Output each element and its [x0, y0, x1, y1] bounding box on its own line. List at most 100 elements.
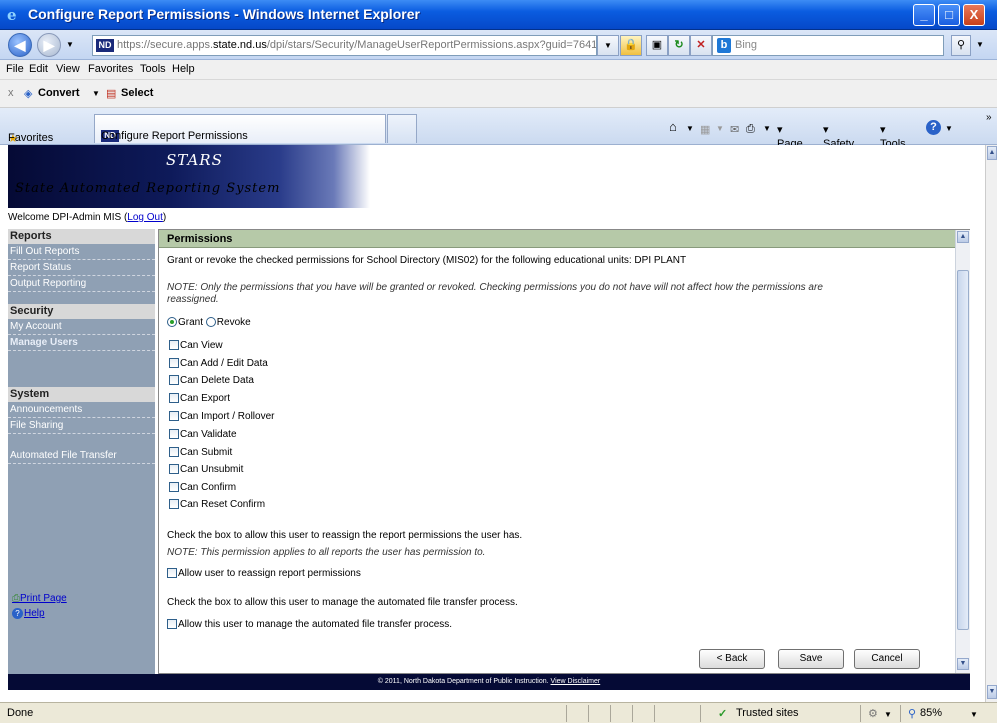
- panel-scrollbar[interactable]: ▲ ▼: [955, 230, 970, 673]
- new-tab-button[interactable]: [387, 114, 417, 143]
- tools-menu[interactable]: Tools ▾: [880, 123, 906, 150]
- refresh-icon[interactable]: ↻: [668, 35, 690, 56]
- select-icon: ▤: [106, 88, 117, 100]
- sidebar-item-report-status[interactable]: Report Status: [8, 260, 155, 276]
- search-options-icon[interactable]: ▼: [976, 40, 984, 49]
- sidebar-item-automated-file-transfer[interactable]: Automated File Transfer: [8, 448, 155, 464]
- help-icon[interactable]: ?: [926, 120, 941, 135]
- sidebar-item-my-account[interactable]: My Account: [8, 319, 155, 335]
- protected-mode-icon[interactable]: ⚙: [868, 707, 878, 720]
- zoom-dropdown-icon[interactable]: ▼: [970, 710, 978, 719]
- aft-checkbox[interactable]: [167, 619, 177, 630]
- page-scroll-up-icon[interactable]: ▲: [987, 146, 997, 160]
- panel-scroll-down-icon[interactable]: ▼: [957, 658, 969, 670]
- sidebar-item-file-sharing[interactable]: File Sharing: [8, 418, 155, 434]
- page-content: STARS State Automated Reporting System W…: [0, 145, 985, 702]
- mail-icon[interactable]: ✉: [730, 123, 739, 136]
- menu-help[interactable]: Help: [172, 63, 195, 75]
- can-unsubmit-label: Can Unsubmit: [180, 464, 244, 475]
- home-icon[interactable]: ⌂: [669, 119, 677, 134]
- can-submit-checkbox[interactable]: [169, 447, 179, 458]
- revoke-radio[interactable]: [205, 317, 216, 328]
- back-button[interactable]: < Back: [699, 649, 765, 669]
- sidebar-item-fill-out-reports[interactable]: Fill Out Reports: [8, 244, 155, 260]
- page-scrollbar[interactable]: ▲ ▼: [985, 145, 997, 702]
- menu-edit[interactable]: Edit: [29, 63, 48, 75]
- stop-icon[interactable]: ✕: [690, 35, 712, 56]
- compatibility-icon[interactable]: ▣: [646, 35, 668, 56]
- site-favicon-icon: ND: [96, 39, 114, 52]
- menu-view[interactable]: View: [56, 63, 80, 75]
- reassign-checkbox[interactable]: [167, 568, 177, 579]
- convert-dropdown-icon[interactable]: ▼: [92, 89, 100, 98]
- feeds-icon[interactable]: ▦: [700, 123, 710, 136]
- note-permissions-cont: reassigned.: [167, 294, 219, 305]
- feeds-dropdown-icon[interactable]: ▼: [716, 124, 724, 133]
- perm-can-view: Can View: [169, 340, 223, 351]
- panel-scroll-thumb[interactable]: [957, 270, 969, 630]
- save-button[interactable]: Save: [778, 649, 844, 669]
- zoom-icon[interactable]: ⚲: [908, 707, 916, 720]
- can-view-checkbox[interactable]: [169, 340, 179, 351]
- security-zone[interactable]: Trusted sites: [736, 707, 799, 719]
- address-bar: ◀ ▶ ▼ ND https://secure.apps.state.nd.us…: [0, 30, 997, 60]
- select-button[interactable]: Select: [121, 87, 153, 99]
- can-confirm-checkbox[interactable]: [169, 482, 179, 493]
- back-icon[interactable]: ◀: [8, 33, 32, 57]
- can-reset-confirm-checkbox[interactable]: [169, 499, 179, 510]
- zoom-level[interactable]: 85%: [920, 707, 942, 719]
- bing-icon: b: [717, 38, 731, 53]
- can-import-checkbox[interactable]: [169, 411, 179, 422]
- perm-can-confirm: Can Confirm: [169, 482, 236, 493]
- lock-icon[interactable]: 🔒: [620, 35, 642, 56]
- minimize-button[interactable]: _: [913, 4, 935, 26]
- welcome-close: ): [162, 212, 167, 223]
- status-separator: [566, 705, 567, 722]
- can-unsubmit-checkbox[interactable]: [169, 464, 179, 475]
- page-scroll-down-icon[interactable]: ▼: [987, 685, 997, 699]
- search-icon[interactable]: ⚲: [951, 35, 971, 56]
- cancel-button[interactable]: Cancel: [854, 649, 920, 669]
- help-link[interactable]: ? Help: [12, 608, 67, 619]
- page-menu[interactable]: Page ▾: [777, 123, 803, 150]
- protected-mode-dropdown-icon[interactable]: ▼: [884, 710, 892, 719]
- reassign-option: Allow user to reassign report permission…: [167, 568, 361, 579]
- url-dropdown-icon[interactable]: ▼: [597, 35, 619, 56]
- url-input[interactable]: ND https://secure.apps.state.nd.us/dpi/s…: [92, 35, 597, 56]
- print-dropdown-icon[interactable]: ▼: [763, 124, 771, 133]
- tab-configure-report-permissions[interactable]: ND Configure Report Permissions: [94, 114, 386, 143]
- can-delete-checkbox[interactable]: [169, 375, 179, 386]
- convert-button[interactable]: Convert: [38, 87, 80, 99]
- menu-tools[interactable]: Tools: [140, 63, 166, 75]
- banner-title: STARS: [166, 151, 223, 169]
- toolbar-overflow-icon[interactable]: »: [986, 112, 992, 123]
- safety-menu[interactable]: Safety ▾: [823, 123, 854, 150]
- close-button[interactable]: X: [963, 4, 985, 26]
- sidebar-item-manage-users[interactable]: Manage Users: [8, 335, 155, 351]
- search-input[interactable]: b Bing: [712, 35, 944, 56]
- can-add-edit-checkbox[interactable]: [169, 358, 179, 369]
- sidebar-head-system: System: [8, 387, 155, 402]
- forward-icon[interactable]: ▶: [37, 33, 61, 57]
- print-page-link[interactable]: ⎙Print Page: [12, 593, 67, 604]
- home-dropdown-icon[interactable]: ▼: [686, 124, 694, 133]
- disclaimer-link[interactable]: View Disclaimer: [551, 678, 601, 685]
- recent-pages-icon[interactable]: ▼: [66, 40, 74, 49]
- sidebar-item-announcements[interactable]: Announcements: [8, 402, 155, 418]
- can-export-checkbox[interactable]: [169, 393, 179, 404]
- print-page-label: Print Page: [20, 593, 67, 604]
- print-icon[interactable]: ⎙: [746, 123, 755, 136]
- perm-can-delete: Can Delete Data: [169, 375, 254, 386]
- maximize-button[interactable]: □: [938, 4, 960, 26]
- grant-radio[interactable]: [167, 317, 177, 328]
- help-dropdown-icon[interactable]: ▼: [945, 124, 953, 133]
- can-validate-label: Can Validate: [180, 429, 237, 440]
- sidebar-item-output-reporting[interactable]: Output Reporting: [8, 276, 155, 292]
- panel-scroll-up-icon[interactable]: ▲: [957, 231, 969, 243]
- toolbar-close-icon[interactable]: x: [8, 87, 14, 99]
- menu-favorites[interactable]: Favorites: [88, 63, 133, 75]
- logout-link[interactable]: Log Out: [127, 212, 163, 223]
- can-validate-checkbox[interactable]: [169, 429, 179, 440]
- grant-label: Grant: [178, 317, 204, 328]
- menu-file[interactable]: File: [6, 63, 24, 75]
